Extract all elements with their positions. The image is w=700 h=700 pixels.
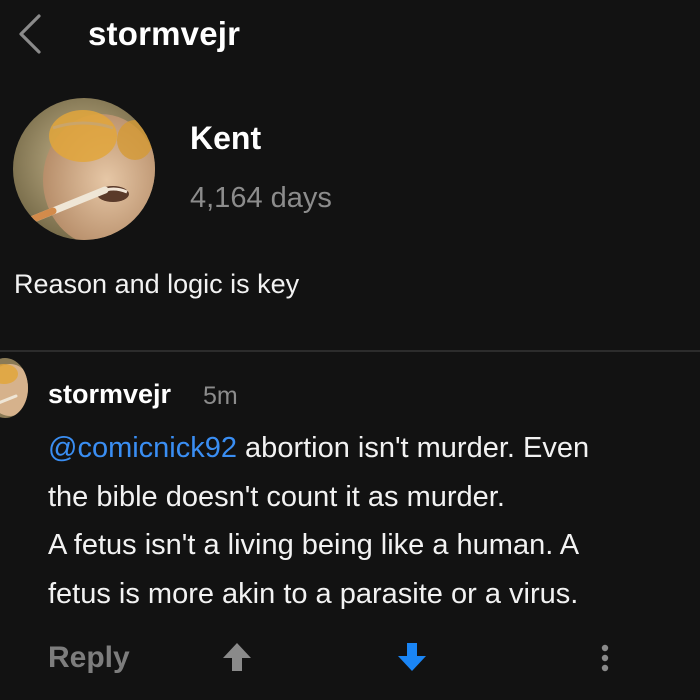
comment-text: abortion isn't murder. Even	[237, 432, 590, 464]
comment-author[interactable]: stormvejr	[48, 376, 171, 412]
profile-avatar[interactable]	[13, 98, 155, 240]
comment-thread-screen: stormvejr Kent 4,164 days Reason and log…	[0, 0, 700, 700]
comment-timestamp: 5m	[203, 382, 238, 410]
upvote-button[interactable]	[218, 638, 256, 676]
arrow-down-icon	[393, 643, 431, 680]
comment-line: fetus is more akin to a parasite or a vi…	[48, 577, 579, 610]
chevron-left-icon	[17, 13, 43, 55]
back-button[interactable]	[12, 12, 48, 56]
profile-bio: Reason and logic is key	[14, 269, 300, 299]
more-options-button[interactable]	[590, 636, 620, 680]
comment-body: @comicnick92 abortion isn't murder. Even…	[48, 424, 698, 618]
comment-line: @comicnick92 abortion isn't murder. Even	[48, 424, 698, 473]
reply-button[interactable]: Reply	[48, 636, 130, 680]
comment-line: the bible doesn't count it as murder.	[48, 480, 505, 513]
profile-name[interactable]: Kent	[190, 118, 261, 158]
downvote-button[interactable]	[393, 638, 431, 676]
top-bar: stormvejr	[0, 0, 700, 70]
page-title: stormvejr	[88, 15, 241, 52]
more-vertical-icon	[590, 644, 620, 684]
comment-avatar[interactable]	[0, 358, 28, 418]
user-mention-link[interactable]: @comicnick92	[48, 432, 237, 464]
comment-line: A fetus isn't a living being like a huma…	[48, 529, 580, 561]
divider	[0, 350, 700, 352]
account-age: 4,164 days	[190, 182, 332, 214]
arrow-up-icon	[218, 643, 256, 680]
